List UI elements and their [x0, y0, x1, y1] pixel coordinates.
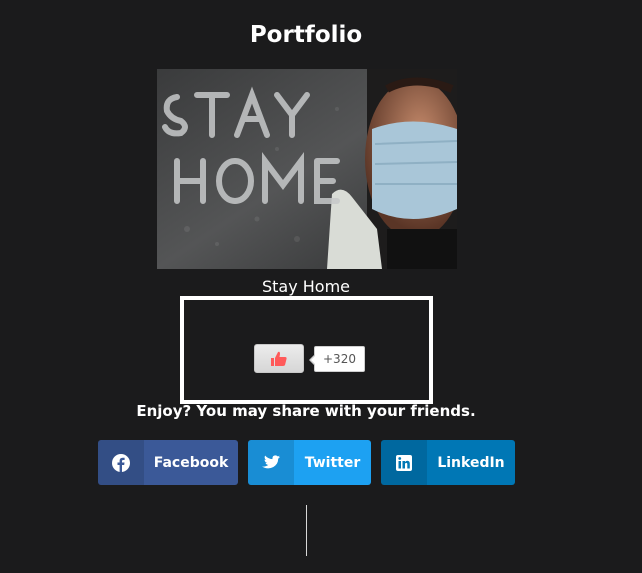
thumbs-up-icon: [271, 351, 287, 366]
twitter-label: Twitter: [304, 454, 361, 471]
twitter-share-button[interactable]: Twitter: [248, 440, 371, 485]
vertical-divider: [306, 505, 307, 556]
linkedin-share-button[interactable]: LinkedIn: [381, 440, 515, 485]
like-widget: +320: [180, 296, 433, 404]
portfolio-caption: Stay Home: [261, 277, 351, 296]
like-count: +320: [309, 346, 365, 372]
twitter-icon: [248, 440, 294, 485]
linkedin-label: LinkedIn: [437, 454, 505, 471]
share-prompt: Enjoy? You may share with your friends.: [136, 402, 476, 420]
linkedin-icon: [381, 440, 427, 485]
portfolio-image[interactable]: [157, 69, 457, 269]
page-title: Portfolio: [249, 22, 363, 48]
facebook-share-button[interactable]: Facebook: [98, 440, 238, 485]
facebook-icon: [98, 440, 144, 485]
like-button[interactable]: [254, 344, 304, 373]
stay-home-photo: [157, 69, 457, 269]
facebook-label: Facebook: [153, 454, 229, 471]
